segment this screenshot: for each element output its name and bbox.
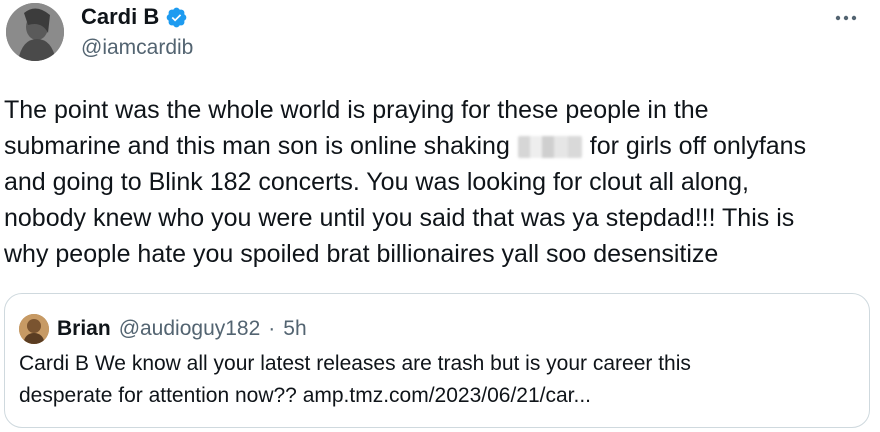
tweet-line: nobody knew who you were until you said …: [4, 204, 795, 232]
quoted-tweet-text: Cardi B We know all your latest releases…: [19, 348, 855, 412]
author-avatar-image: [6, 3, 64, 61]
tweet-line: The point was the whole world is praying…: [4, 96, 709, 124]
tweet-line: submarine and this man son is online sha…: [4, 128, 876, 164]
tweet-line-part: for girls off onlyfans: [589, 132, 807, 160]
quoted-line: Cardi B We know all your latest releases…: [19, 352, 691, 375]
more-horizontal-icon: [835, 15, 857, 21]
quoted-author-name[interactable]: Brian: [57, 317, 111, 341]
author-avatar[interactable]: [6, 3, 64, 61]
tweet-text: The point was the whole world is praying…: [4, 92, 876, 272]
blurred-word: [517, 136, 582, 158]
verified-badge-icon: [166, 7, 187, 27]
tweet-line: why people hate you spoiled brat billion…: [4, 240, 719, 268]
quoted-tweet[interactable]: Brian @audioguy182 · 5h Cardi B We know …: [4, 293, 870, 428]
tweet-line-part: submarine and this man son is online sha…: [4, 132, 510, 160]
quoted-author-avatar[interactable]: [19, 314, 49, 344]
author-handle[interactable]: @iamcardib: [81, 36, 193, 60]
quoted-timestamp[interactable]: 5h: [283, 317, 306, 341]
tweet-line: and going to Blink 182 concerts. You was…: [4, 168, 749, 196]
author-display-name[interactable]: Cardi B: [81, 4, 159, 30]
quoted-line: desperate for attention now?? amp.tmz.co…: [19, 384, 592, 407]
more-options-button[interactable]: [826, 0, 866, 36]
quoted-author-handle[interactable]: @audioguy182: [119, 317, 261, 341]
quoted-author-avatar-image: [19, 314, 49, 344]
quoted-separator: ·: [268, 317, 276, 340]
